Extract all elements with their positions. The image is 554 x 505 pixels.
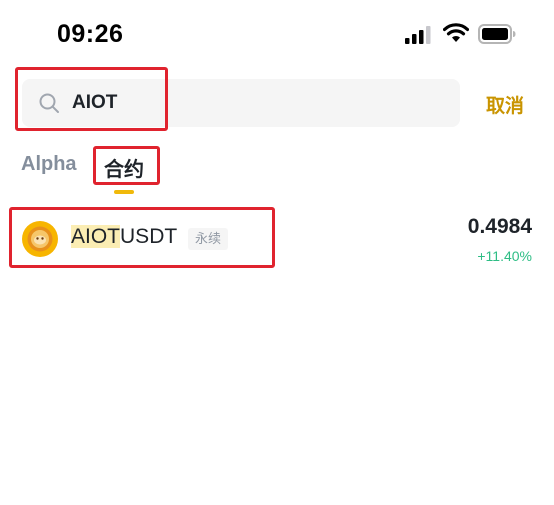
search-icon [39,93,59,113]
tab-contract[interactable]: 合约 [104,153,144,182]
aiot-coin-icon [22,221,58,257]
pair-name-quote: USDT [120,225,178,248]
signal-icon [405,26,431,44]
pair-name: AIOTUSDT [71,225,177,249]
status-time: 09:26 [57,20,124,48]
active-tab-indicator [114,190,134,194]
status-bar: 09:26 [0,0,554,66]
list-item[interactable]: AIOTUSDT 永续 0.4984 +11.40% [0,207,554,273]
wifi-icon [443,23,469,42]
cancel-button[interactable]: 取消 [486,91,524,118]
last-price: 0.4984 [467,215,532,238]
tab-alpha[interactable]: Alpha [21,153,77,176]
battery-icon [478,24,516,44]
pair-name-match: AIOT [71,225,121,248]
search-box[interactable] [22,79,460,127]
search-input[interactable] [72,79,442,127]
perpetual-badge: 永续 [188,228,229,250]
price-change: +11.40% [477,248,532,264]
